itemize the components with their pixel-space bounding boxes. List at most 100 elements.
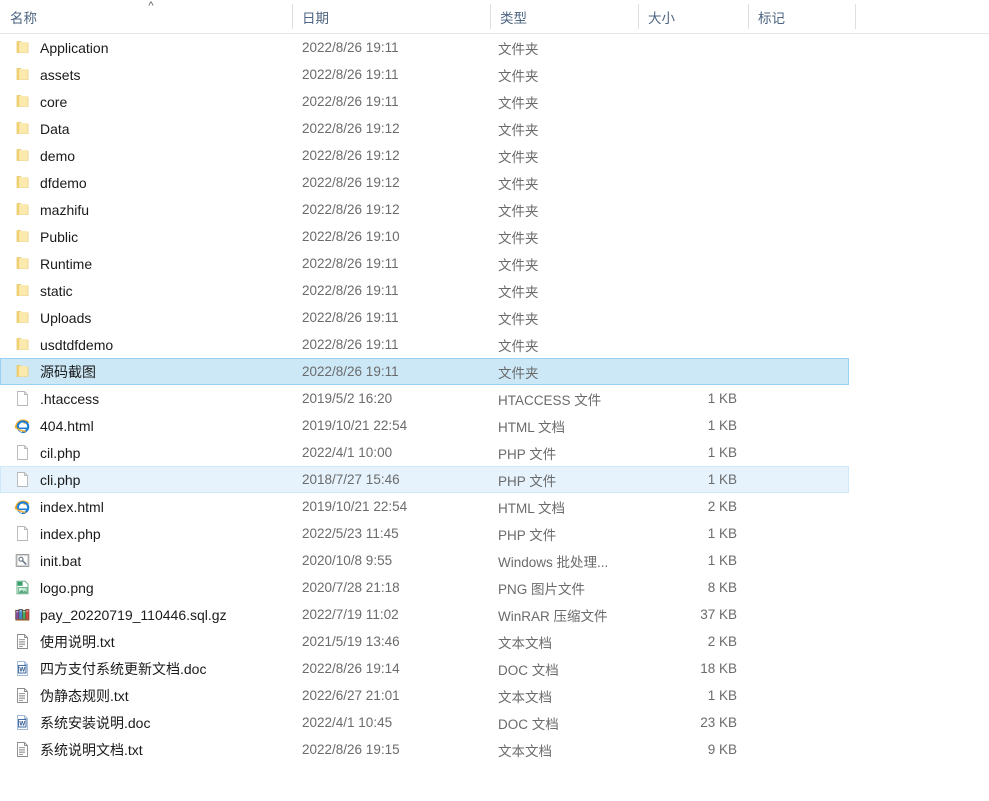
folder-icon <box>14 255 31 272</box>
cell-type: 文件夹 <box>498 311 539 327</box>
cell-name[interactable]: usdtdfdemo <box>0 336 292 353</box>
column-divider[interactable] <box>292 4 293 29</box>
folder-icon <box>14 282 31 299</box>
file-list-row[interactable]: Uploads 2022/8/26 19:11 文件夹 <box>0 304 989 331</box>
file-list-row[interactable]: cil.php 2022/4/1 10:00 PHP 文件 1 KB <box>0 439 989 466</box>
file-list-row[interactable]: core 2022/8/26 19:11 文件夹 <box>0 88 989 115</box>
file-list-row[interactable]: .htaccess 2019/5/2 16:20 HTACCESS 文件 1 KB <box>0 385 989 412</box>
cell-type: PHP 文件 <box>498 473 557 489</box>
cell-name[interactable]: W 四方支付系统更新文档.doc <box>0 659 292 679</box>
column-header-tags[interactable]: 标记 <box>748 0 855 33</box>
file-list-row[interactable]: assets 2022/8/26 19:11 文件夹 <box>0 61 989 88</box>
cell-name[interactable]: cli.php <box>0 471 292 488</box>
cell-size: 2 KB <box>707 499 737 514</box>
file-explorer-details-view: 名称 ^ 日期 类型 大小 标记 Application 2022/8/26 19… <box>0 0 989 801</box>
cell-name[interactable]: core <box>0 93 292 110</box>
file-list-row[interactable]: usdtdfdemo 2022/8/26 19:11 文件夹 <box>0 331 989 358</box>
file-name-label: usdtdfdemo <box>40 336 114 353</box>
file-name-label: 使用说明.txt <box>40 633 115 650</box>
cell-date: 2019/5/2 16:20 <box>302 391 393 406</box>
file-name-label: cil.php <box>40 444 81 461</box>
column-header-date[interactable]: 日期 <box>292 0 490 33</box>
cell-name[interactable]: pay_20220719_110446.sql.gz <box>0 606 292 623</box>
file-name-label: .htaccess <box>40 390 100 407</box>
file-name-label: core <box>40 93 68 110</box>
file-list-row[interactable]: Runtime 2022/8/26 19:11 文件夹 <box>0 250 989 277</box>
column-divider[interactable] <box>638 4 639 29</box>
file-name-label: 四方支付系统更新文档.doc <box>40 660 207 677</box>
column-divider[interactable] <box>748 4 749 29</box>
column-divider[interactable] <box>855 4 856 29</box>
file-list-row[interactable]: cli.php 2018/7/27 15:46 PHP 文件 1 KB <box>0 466 989 493</box>
cell-name[interactable]: Runtime <box>0 255 292 272</box>
column-header-type[interactable]: 类型 <box>490 0 638 33</box>
file-list-row[interactable]: static 2022/8/26 19:11 文件夹 <box>0 277 989 304</box>
cell-name[interactable]: cil.php <box>0 444 292 461</box>
file-list-row[interactable]: 伪静态规则.txt 2022/6/27 21:01 文本文档 1 KB <box>0 682 989 709</box>
cell-name[interactable]: 伪静态规则.txt <box>0 686 292 706</box>
file-list-row[interactable]: pay_20220719_110446.sql.gz 2022/7/19 11:0… <box>0 601 989 628</box>
file-name-label: assets <box>40 66 81 83</box>
cell-size: 1 KB <box>707 445 737 460</box>
cell-name[interactable]: Application <box>0 39 292 56</box>
svg-text:W: W <box>19 720 25 727</box>
cell-name[interactable]: assets <box>0 66 292 83</box>
cell-name[interactable]: 源码截图 <box>0 362 292 382</box>
cell-date: 2022/8/26 19:11 <box>302 40 399 55</box>
file-list-row[interactable]: index.php 2022/5/23 11:45 PHP 文件 1 KB <box>0 520 989 547</box>
cell-name[interactable]: 系统说明文档.txt <box>0 740 292 760</box>
svg-text:W: W <box>19 666 25 673</box>
file-list-row[interactable]: W 四方支付系统更新文档.doc 2022/8/26 19:14 DOC 文档 18 K… <box>0 655 989 682</box>
file-list-row[interactable]: 404.html 2019/10/21 22:54 HTML 文档 1 KB <box>0 412 989 439</box>
cell-name[interactable]: demo <box>0 147 292 164</box>
column-divider[interactable] <box>490 4 491 29</box>
file-list-row[interactable]: logo.png 2020/7/28 21:18 PNG 图片文件 8 KB <box>0 574 989 601</box>
cell-name[interactable]: Public <box>0 228 292 245</box>
cell-date: 2022/7/19 11:02 <box>302 607 399 622</box>
cell-name[interactable]: W 系统安装说明.doc <box>0 713 292 733</box>
cell-name[interactable]: mazhifu <box>0 201 292 218</box>
cell-type: 文件夹 <box>498 365 539 381</box>
file-list[interactable]: Application 2022/8/26 19:11 文件夹 assets 2022/… <box>0 34 989 763</box>
cell-name[interactable]: 404.html <box>0 417 292 434</box>
cell-date: 2022/5/23 11:45 <box>302 526 399 541</box>
cell-name[interactable]: Data <box>0 120 292 137</box>
cell-name[interactable]: 使用说明.txt <box>0 632 292 652</box>
column-header-tags-label: 标记 <box>758 10 785 26</box>
cell-name[interactable]: Uploads <box>0 309 292 326</box>
batch-file-icon <box>14 552 31 569</box>
file-name-label: index.php <box>40 525 101 542</box>
folder-icon <box>14 39 31 56</box>
file-list-row[interactable]: mazhifu 2022/8/26 19:12 文件夹 <box>0 196 989 223</box>
file-list-row[interactable]: init.bat 2020/10/8 9:55 Windows 批处理... 1 KB <box>0 547 989 574</box>
text-document-icon <box>14 687 31 704</box>
cell-date: 2019/10/21 22:54 <box>302 499 408 514</box>
file-list-row[interactable]: 系统说明文档.txt 2022/8/26 19:15 文本文档 9 KB <box>0 736 989 763</box>
file-list-row[interactable]: W 系统安装说明.doc 2022/4/1 10:45 DOC 文档 23 KB <box>0 709 989 736</box>
file-list-row[interactable]: Data 2022/8/26 19:12 文件夹 <box>0 115 989 142</box>
file-list-row[interactable]: 源码截图 2022/8/26 19:11 文件夹 <box>0 358 989 385</box>
file-list-row[interactable]: demo 2022/8/26 19:12 文件夹 <box>0 142 989 169</box>
cell-date: 2022/8/26 19:12 <box>302 202 400 217</box>
cell-date: 2021/5/19 13:46 <box>302 634 400 649</box>
cell-name[interactable]: dfdemo <box>0 174 292 191</box>
winrar-archive-icon <box>14 606 31 623</box>
cell-name[interactable]: static <box>0 282 292 299</box>
cell-date: 2019/10/21 22:54 <box>302 418 408 433</box>
file-list-row[interactable]: Public 2022/8/26 19:10 文件夹 <box>0 223 989 250</box>
cell-name[interactable]: init.bat <box>0 552 292 569</box>
file-list-row[interactable]: Application 2022/8/26 19:11 文件夹 <box>0 34 989 61</box>
cell-name[interactable]: index.php <box>0 525 292 542</box>
folder-icon <box>14 309 31 326</box>
cell-date: 2022/8/26 19:11 <box>302 94 399 109</box>
folder-icon <box>14 66 31 83</box>
column-header-size[interactable]: 大小 <box>638 0 748 33</box>
cell-name[interactable]: logo.png <box>0 579 292 596</box>
file-list-row[interactable]: dfdemo 2022/8/26 19:12 文件夹 <box>0 169 989 196</box>
cell-name[interactable]: .htaccess <box>0 390 292 407</box>
file-name-label: 系统说明文档.txt <box>40 741 143 758</box>
cell-type: DOC 文档 <box>498 662 559 678</box>
file-list-row[interactable]: 使用说明.txt 2021/5/19 13:46 文本文档 2 KB <box>0 628 989 655</box>
cell-name[interactable]: index.html <box>0 498 292 515</box>
file-list-row[interactable]: index.html 2019/10/21 22:54 HTML 文档 2 KB <box>0 493 989 520</box>
